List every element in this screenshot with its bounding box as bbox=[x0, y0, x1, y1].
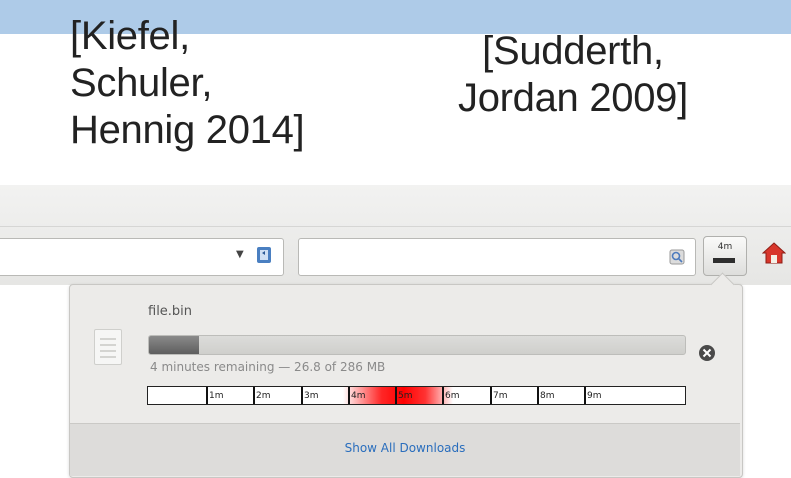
show-all-downloads-link[interactable]: Show All Downloads bbox=[70, 441, 740, 455]
url-dropdown-icon[interactable]: ▼ bbox=[236, 249, 244, 260]
search-engine-icon[interactable] bbox=[669, 249, 685, 265]
file-icon bbox=[94, 329, 122, 365]
citation-sudderth: [Sudderth, Jordan 2009] bbox=[458, 29, 688, 120]
reload-icon[interactable] bbox=[255, 244, 275, 266]
timeline-tick bbox=[206, 387, 208, 404]
timeline-tick-label: 8m bbox=[540, 391, 555, 401]
download-progress-bar bbox=[148, 335, 686, 355]
timeline-tick-label: 2m bbox=[256, 391, 271, 401]
timeline-tick-label: 7m bbox=[493, 391, 508, 401]
timeline-tick bbox=[395, 387, 397, 404]
timeline-tick-label: 1m bbox=[209, 391, 224, 401]
home-icon[interactable] bbox=[762, 241, 786, 265]
download-progress-fill bbox=[149, 336, 200, 354]
timeline-tick bbox=[490, 387, 492, 404]
timeline-tick bbox=[348, 387, 350, 404]
download-status: 4 minutes remaining — 26.8 of 286 MB bbox=[150, 360, 386, 374]
search-bar[interactable] bbox=[298, 238, 696, 276]
timeline-tick bbox=[442, 387, 444, 404]
citation-kiefel: [Kiefel, Schuler, Hennig 2014] bbox=[70, 14, 305, 152]
downloads-panel-footer: Show All Downloads bbox=[70, 423, 740, 476]
downloads-button[interactable]: 4m bbox=[703, 236, 747, 276]
timeline-tick bbox=[301, 387, 303, 404]
cancel-download-icon[interactable] bbox=[698, 344, 716, 362]
download-time-scale: 1m 2m 3m 4m 5m 6m 7m 8m 9m bbox=[147, 386, 686, 405]
timeline-tick-label: 5m bbox=[398, 391, 413, 401]
download-item[interactable]: file.bin 4 minutes remaining — 26.8 of 2… bbox=[70, 285, 740, 419]
timeline-tick bbox=[253, 387, 255, 404]
timeline-tick-label: 3m bbox=[304, 391, 319, 401]
download-file-name: file.bin bbox=[148, 304, 193, 319]
timeline-tick-label: 4m bbox=[351, 391, 366, 401]
toolbar-divider bbox=[0, 226, 791, 227]
timeline-tick-label: 9m bbox=[587, 391, 602, 401]
timeline-tick-label: 6m bbox=[445, 391, 460, 401]
timeline-tick bbox=[537, 387, 539, 404]
downloads-button-progress bbox=[713, 258, 735, 263]
downloads-button-time: 4m bbox=[717, 242, 733, 252]
timeline-tick bbox=[584, 387, 586, 404]
